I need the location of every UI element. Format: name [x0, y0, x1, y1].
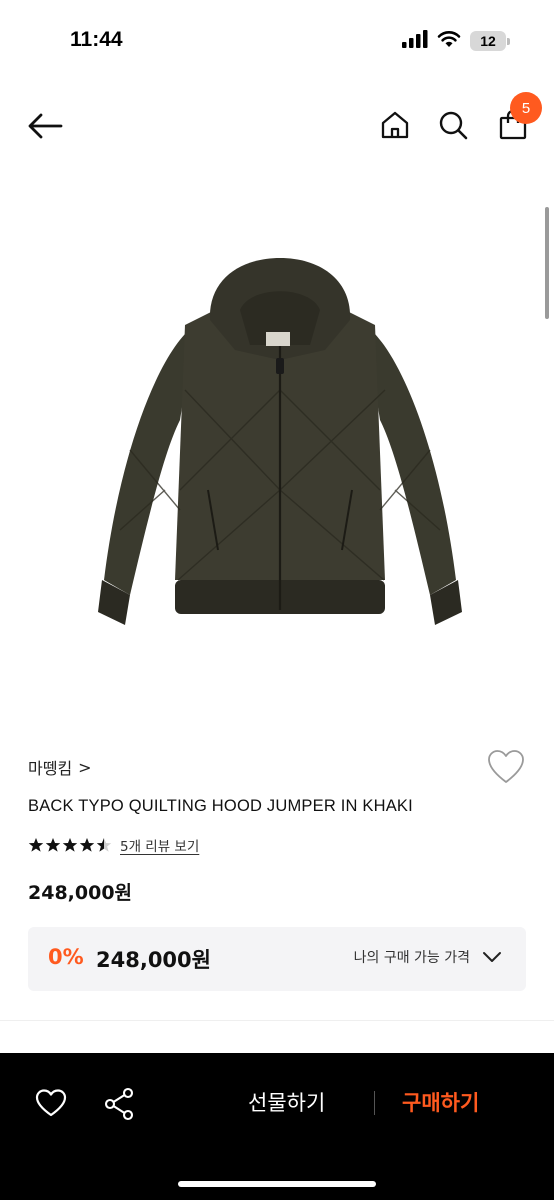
my-price: 248,000원 [96, 948, 211, 972]
bottom-action-bar: 선물하기 구매하기 [0, 1053, 554, 1200]
back-button[interactable] [24, 108, 66, 144]
status-icons: 12 [402, 30, 510, 52]
heart-outline-icon [488, 750, 524, 783]
star-icon [79, 838, 95, 852]
status-time: 11:44 [70, 28, 123, 51]
home-button[interactable] [376, 106, 414, 144]
review-link[interactable]: 5개 리뷰 보기 [120, 835, 199, 855]
rating-row: 5개 리뷰 보기 [28, 835, 199, 855]
section-divider [0, 1020, 554, 1021]
status-bar: 11:44 12 [0, 0, 554, 80]
button-separator [374, 1091, 375, 1115]
wifi-icon [437, 30, 461, 52]
brand-name: 마뗑킴 [28, 759, 73, 778]
star-icon [45, 838, 61, 852]
my-price-toggle[interactable]: 나의 구매 가능 가격 [354, 947, 502, 967]
chevron-right-icon: > [78, 757, 92, 777]
heart-icon [35, 1089, 67, 1117]
buy-button[interactable]: 구매하기 [402, 1087, 479, 1117]
product-title: BACK TYPO QUILTING HOOD JUMPER IN KHAKI [28, 797, 413, 815]
scroll-indicator [545, 207, 549, 319]
my-price-box[interactable]: 0% 248,000원 나의 구매 가능 가격 [28, 927, 526, 991]
gift-button[interactable]: 선물하기 [248, 1087, 325, 1117]
product-image[interactable] [90, 250, 470, 650]
home-icon [381, 111, 409, 139]
back-arrow-icon [28, 113, 63, 139]
signal-icon [402, 30, 428, 52]
wishlist-button[interactable] [486, 748, 526, 786]
chevron-down-icon [483, 952, 501, 962]
product-price: 248,000원 [28, 882, 133, 904]
battery-level: 12 [470, 31, 506, 51]
star-icon [28, 838, 44, 852]
star-rating [28, 837, 112, 853]
my-price-label: 나의 구매 가능 가격 [353, 950, 470, 966]
search-button[interactable] [434, 106, 472, 144]
discount-rate: 0% [48, 945, 84, 969]
share-icon [104, 1087, 134, 1121]
like-button[interactable] [32, 1086, 70, 1120]
battery-icon: 12 [470, 31, 510, 51]
share-button[interactable] [100, 1085, 138, 1123]
home-indicator [178, 1181, 376, 1187]
search-icon [439, 111, 468, 140]
star-icon [96, 838, 112, 852]
nav-bar [0, 90, 554, 162]
brand-link[interactable]: 마뗑킴 > [28, 755, 92, 779]
star-icon [62, 838, 78, 852]
cart-count-badge: 5 [510, 92, 542, 124]
